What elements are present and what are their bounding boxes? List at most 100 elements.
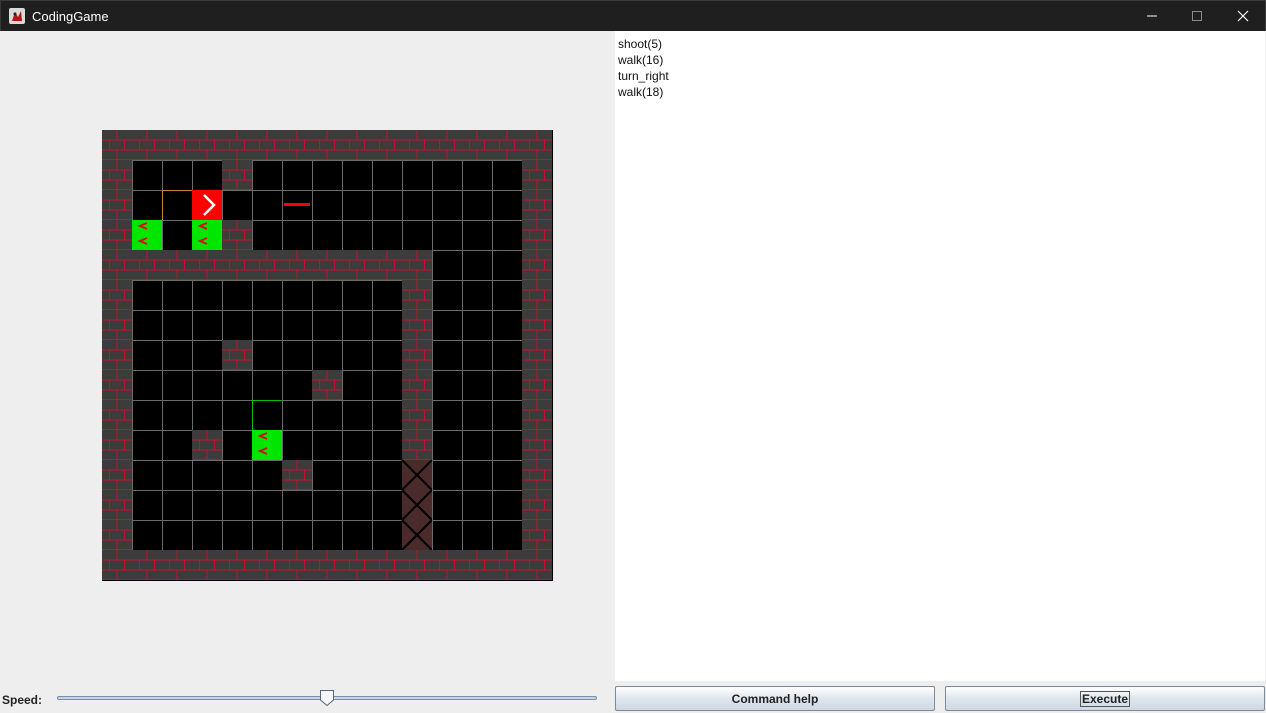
floor-black	[432, 400, 463, 431]
floor-black	[372, 190, 403, 221]
brick-wall	[372, 250, 402, 280]
floor-black	[372, 490, 403, 521]
game-panel	[1, 31, 613, 681]
brick-wall	[222, 550, 252, 580]
brick-wall	[522, 310, 552, 340]
close-button[interactable]	[1220, 1, 1266, 31]
floor-black	[462, 250, 493, 281]
floor-black	[372, 340, 403, 371]
floor-black	[162, 460, 193, 491]
brick-wall	[402, 400, 432, 430]
brick-wall	[342, 250, 372, 280]
floor-black	[282, 220, 313, 251]
floor-black	[192, 490, 223, 521]
floor-black	[492, 370, 523, 401]
close-icon	[1237, 10, 1249, 22]
green-outlined-tile	[252, 400, 283, 431]
brick-wall	[282, 250, 312, 280]
floor-black	[372, 220, 403, 251]
floor-black	[222, 190, 253, 221]
maximize-button[interactable]	[1174, 1, 1220, 31]
floor-outlined-tile	[162, 190, 193, 221]
floor-black	[282, 490, 313, 521]
brick-wall	[102, 550, 132, 580]
brick-wall	[522, 460, 552, 490]
floor-black	[462, 460, 493, 491]
brick-wall	[522, 490, 552, 520]
brick-wall	[282, 550, 312, 580]
floor-black	[312, 310, 343, 341]
floor-black	[222, 430, 253, 461]
floor-black	[432, 280, 463, 311]
floor-black	[222, 520, 253, 551]
floor-black	[462, 160, 493, 191]
minimize-button[interactable]	[1129, 1, 1175, 31]
floor-black	[252, 220, 283, 251]
floor-black	[222, 490, 253, 521]
floor-black	[282, 370, 313, 401]
floor-black	[162, 370, 193, 401]
brick-wall	[312, 130, 342, 160]
floor-black	[312, 430, 343, 461]
floor-black	[492, 280, 523, 311]
floor-black	[162, 340, 193, 371]
crosshatched-gate-tile	[401, 489, 433, 521]
speed-slider[interactable]	[51, 687, 605, 709]
brick-wall	[522, 190, 552, 220]
brick-wall	[522, 250, 552, 280]
floor-black	[492, 430, 523, 461]
floor-black	[492, 490, 523, 521]
brick-wall	[372, 550, 402, 580]
floor-black	[492, 190, 523, 221]
brick-wall	[522, 220, 552, 250]
floor-black	[462, 520, 493, 551]
floor-black	[492, 460, 523, 491]
brick-wall	[342, 550, 372, 580]
floor-black	[192, 310, 223, 341]
title-bar: CodingGame	[0, 0, 1266, 31]
command-help-button[interactable]: Command help	[615, 686, 935, 711]
floor-black	[162, 520, 193, 551]
floor-black	[252, 520, 283, 551]
brick-wall	[102, 310, 132, 340]
brick-wall	[342, 130, 372, 160]
brick-wall	[252, 250, 282, 280]
enemy-green-tile	[192, 220, 223, 251]
floor-black	[432, 160, 463, 191]
brick-wall	[132, 550, 162, 580]
brick-wall	[402, 370, 432, 400]
floor-black	[132, 310, 163, 341]
floor-black	[282, 430, 313, 461]
floor-black	[252, 460, 283, 491]
brick-wall	[102, 460, 132, 490]
floor-black	[492, 520, 523, 551]
floor-black	[432, 190, 463, 221]
brick-wall	[522, 160, 552, 190]
speed-label: Speed:	[2, 693, 43, 707]
execute-label: Execute	[1079, 690, 1131, 707]
floor-black	[432, 250, 463, 281]
floor-black	[462, 340, 493, 371]
brick-wall	[252, 130, 282, 160]
brick-wall	[372, 130, 402, 160]
brick-wall	[192, 130, 222, 160]
brick-wall	[522, 430, 552, 460]
code-line: walk(16)	[618, 53, 664, 67]
floor-black	[132, 370, 163, 401]
floor-black	[342, 190, 373, 221]
execute-button[interactable]: Execute	[945, 686, 1265, 711]
brick-wall	[522, 130, 552, 160]
enemy-green-tile	[252, 430, 283, 461]
floor-black	[342, 490, 373, 521]
floor-black	[372, 400, 403, 431]
floor-black	[192, 520, 223, 551]
brick-wall	[492, 130, 522, 160]
player-red-tile	[192, 190, 223, 221]
floor-black	[282, 160, 313, 191]
code-editor[interactable]: shoot(5) walk(16) turn_right walk(18)	[615, 31, 1265, 681]
floor-black	[462, 430, 493, 461]
floor-black	[252, 340, 283, 371]
slider-thumb[interactable]	[319, 689, 335, 707]
enemy-green-tile	[132, 220, 163, 251]
floor-black	[402, 160, 433, 191]
